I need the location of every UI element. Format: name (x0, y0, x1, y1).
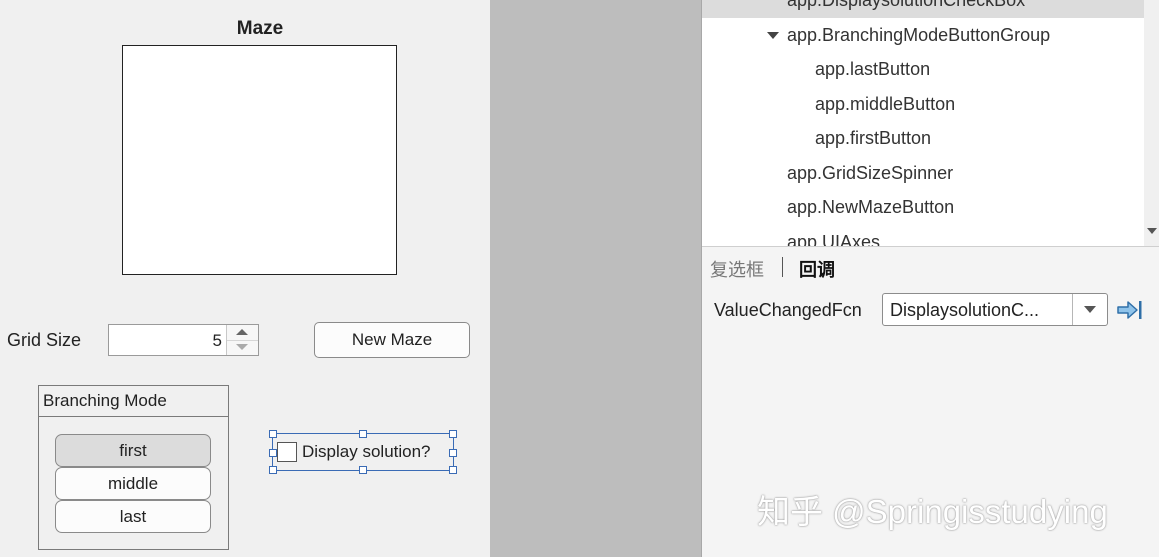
tab-callback[interactable]: 回调 (799, 256, 835, 282)
tree-scrollbar[interactable] (1144, 0, 1159, 246)
chevron-down-icon[interactable] (1072, 294, 1107, 325)
last-toggle-button[interactable]: last (55, 500, 211, 533)
resize-handle-icon[interactable] (449, 430, 457, 438)
arrow-right-to-bar-icon[interactable] (1116, 298, 1144, 322)
resize-handle-icon[interactable] (449, 466, 457, 474)
tree-item-new-maze-button[interactable]: app.NewMazeButton (787, 197, 954, 218)
maze-axes[interactable] (122, 45, 397, 275)
tree-item-last-button[interactable]: app.lastButton (815, 59, 930, 80)
dropdown-value: DisplaysolutionC... (890, 300, 1040, 320)
grid-size-value[interactable]: 5 (213, 331, 222, 351)
tree-item-middle-button[interactable]: app.middleButton (815, 94, 955, 115)
collapse-arrow-icon[interactable] (767, 32, 779, 39)
component-tree: app.DisplaysolutionCheckBox app.Branchin… (702, 0, 1144, 246)
resize-handle-icon[interactable] (269, 449, 277, 457)
value-changed-fcn-dropdown[interactable]: DisplaysolutionC... (882, 293, 1108, 326)
grid-size-spinner[interactable]: 5 (108, 324, 259, 356)
tree-item-displaysolution-checkbox[interactable]: app.DisplaysolutionCheckBox (702, 0, 1144, 18)
middle-toggle-button[interactable]: middle (55, 467, 211, 500)
spinner-buttons (226, 325, 258, 355)
branching-mode-button-group[interactable]: Branching Mode first middle last (38, 385, 229, 550)
tree-item-branching-mode-group[interactable]: app.BranchingModeButtonGroup (787, 25, 1050, 46)
first-toggle-button[interactable]: first (55, 434, 211, 467)
spinner-down-icon[interactable] (227, 340, 258, 355)
branching-mode-title: Branching Mode (39, 386, 228, 417)
resize-handle-icon[interactable] (359, 430, 367, 438)
tree-item-grid-size-spinner[interactable]: app.GridSizeSpinner (787, 163, 953, 184)
display-solution-checkbox-selection[interactable]: Display solution? (269, 430, 457, 474)
resize-handle-icon[interactable] (449, 449, 457, 457)
tree-item-uiaxes[interactable]: app.UIAxes (787, 232, 880, 246)
watermark-text: 知乎 @Springisstudying (757, 493, 1108, 530)
resize-handle-icon[interactable] (269, 466, 277, 474)
inspector-tabs: 复选框 回调 (702, 246, 1159, 287)
resize-handle-icon[interactable] (359, 466, 367, 474)
tab-divider (782, 257, 783, 277)
axes-title: Maze (236, 18, 284, 39)
resize-handle-icon[interactable] (269, 430, 277, 438)
new-maze-button[interactable]: New Maze (314, 322, 470, 358)
display-solution-label: Display solution? (302, 442, 431, 461)
value-changed-fcn-label: ValueChangedFcn (714, 300, 862, 320)
display-solution-checkbox[interactable] (277, 442, 297, 462)
canvas-gutter (490, 0, 701, 557)
design-canvas: Maze Grid Size 5 New Maze Branching Mode… (0, 0, 490, 557)
tree-item-first-button[interactable]: app.firstButton (815, 128, 931, 149)
component-browser-panel: app.DisplaysolutionCheckBox app.Branchin… (701, 0, 1159, 557)
tree-item-label: app.DisplaysolutionCheckBox (787, 0, 1026, 10)
spinner-up-icon[interactable] (227, 325, 258, 341)
grid-size-label: Grid Size (7, 330, 82, 350)
tab-checkbox[interactable]: 复选框 (710, 256, 764, 282)
